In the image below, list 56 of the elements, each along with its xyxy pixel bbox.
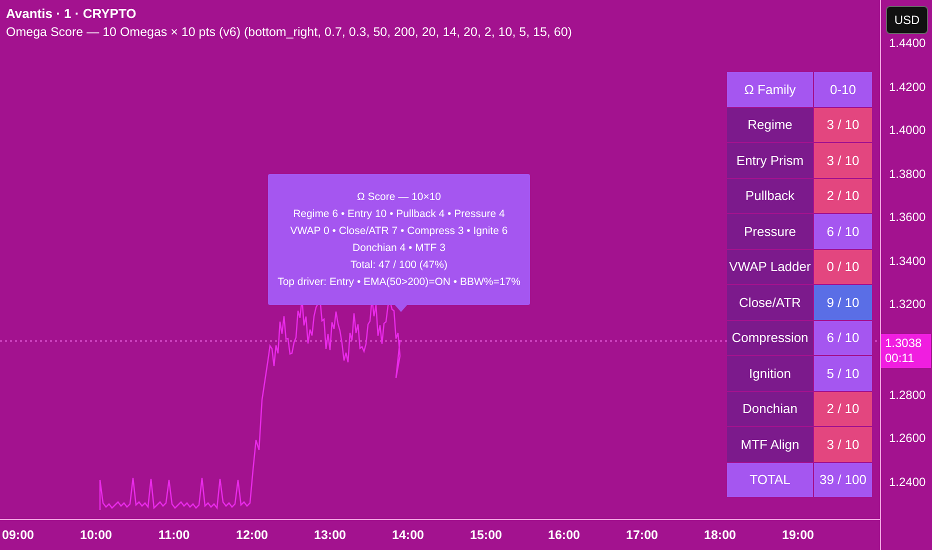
score-cell: 3 / 10 [814,143,872,178]
tooltip-line: Donchian 4 • MTF 3 [352,240,446,256]
family-label-cell: Regime [727,108,813,142]
price-axis-label: 1.4200 [889,78,926,96]
tooltip-line: Top driver: Entry • EMA(50>200)=ON • BBW%=17% [278,274,520,290]
tooltip-line: Ω Score — 10×10 [356,190,442,204]
bar-countdown: 00:11 [885,350,916,366]
time-axis-label: 19:00 [781,528,815,542]
current-price: 1.3038 [885,336,923,350]
tooltip-line: Total: 47 / 100 (47%) [350,258,448,272]
family-label-cell: Close/ATR [727,285,813,320]
family-label-cell: Ignition [727,356,813,390]
indicator-title: Omega Score — 10 Omegas × 10 pts (v6) (bottom_right, 0.7, 0.3, 50, 200, 20, 14, 20, 2, 10, 5, 15, 60) [6,25,572,39]
time-axis-label: 14:00 [391,528,425,542]
price-axis-label: 1.2800 [889,386,926,404]
family-label-cell: Compression [727,320,813,355]
score-cell: 2 / 10 [814,178,872,213]
score-cell: 6 / 10 [814,320,872,355]
score-cell: 3 / 10 [814,427,872,462]
time-axis-label: 09:00 [1,528,35,542]
price-axis-label: 1.3600 [889,209,926,226]
price-axis-label: 1.3200 [889,296,926,313]
score-cell: 0 / 10 [814,250,872,284]
currency-button[interactable]: USD [886,6,928,34]
score-cell: 3 / 10 [814,108,872,142]
time-axis-label: 12:00 [235,528,269,542]
family-label-cell: Pressure [727,214,813,248]
table-header-cell: 0-10 [814,72,872,106]
score-cell: 6 / 10 [814,214,872,248]
tooltip-line: Regime 6 • Entry 10 • Pullback 4 • Pressure 4 [293,206,505,222]
family-label-cell: Pullback [727,178,813,213]
time-axis-label: 11:00 [157,528,191,542]
score-cell: 9 / 10 [814,285,872,320]
price-axis-label: 1.4000 [889,122,926,139]
family-label-cell: MTF Align [727,427,813,462]
table-header-cell: Ω Family [727,72,813,106]
family-label-cell: Donchian [727,392,813,426]
score-cell: 5 / 10 [814,356,872,390]
tooltip-line: VWAP 0 • Close/ATR 7 • Compress 3 • Ignite 6 [290,224,508,238]
time-axis-label: 16:00 [547,528,581,542]
symbol-title: Avantis · 1 · CRYPTO [6,6,136,21]
family-label-cell: VWAP Ladder [727,250,813,284]
time-axis-label: 13:00 [313,528,347,542]
total-score-cell: 39 / 100 [814,462,872,497]
price-axis-label: 1.4400 [889,35,926,52]
score-cell: 2 / 10 [814,392,872,426]
price-axis-label: 1.3400 [889,252,926,270]
time-axis-label: 17:00 [625,528,659,542]
family-label-cell: Entry Prism [727,143,813,178]
time-axis-label: 10:00 [79,528,113,542]
price-axis-label: 1.2400 [889,474,926,490]
price-axis-label: 1.3800 [889,166,926,182]
time-axis-label: 18:00 [703,528,737,542]
time-axis-label: 15:00 [469,528,503,542]
total-label-cell: TOTAL [727,462,813,497]
price-axis-label: 1.2600 [889,430,926,447]
